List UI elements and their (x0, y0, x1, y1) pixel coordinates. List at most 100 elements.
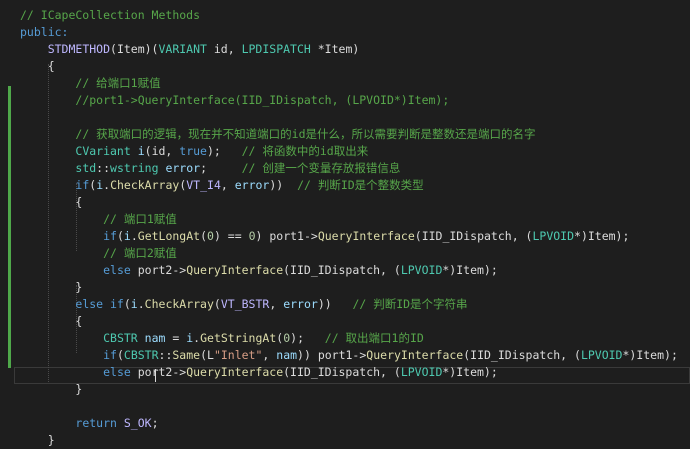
code-token: (IID_IDispatch, ( (283, 365, 401, 379)
code-line: { (20, 313, 82, 330)
code-token: else (103, 263, 131, 277)
code-token: *)Item); (574, 229, 630, 243)
code-line: if(i.GetLongAt(0) == 0) port1->QueryInte… (20, 228, 629, 245)
code-token: else (103, 365, 131, 379)
code-token: GetStringAt (200, 331, 277, 345)
code-line: else if(i.CheckArray(VT_BSTR, error)) //… (20, 296, 467, 313)
code-line: CBSTR nam = i.GetStringAt(0); // 取出端口1的I… (20, 330, 424, 347)
code-editor[interactable]: // ICapeCollection Methods public: STDMET… (0, 0, 690, 447)
code-token: ; (151, 416, 159, 430)
code-token: std (75, 161, 97, 175)
code-token: nam (276, 348, 298, 362)
code-token: Same (172, 348, 201, 362)
text-caret (155, 369, 156, 382)
code-token: wstring (110, 161, 159, 175)
code-token: CheckArray (144, 297, 214, 311)
code-token: )) (317, 297, 353, 311)
code-line: { (20, 58, 55, 75)
code-token: )) (269, 178, 298, 192)
code-token: // 创建一个变量存放报错信息 (241, 161, 401, 175)
code-token: ) == (213, 229, 249, 243)
code-line: // 获取端口的逻辑，现在并不知道端口的id是什么，所以需要判断是整数还是端口的… (20, 126, 536, 143)
code-token: *)Item); (622, 348, 678, 362)
code-line: } (20, 381, 82, 398)
code-token: 0 (248, 229, 256, 243)
code-token: *Item) (310, 42, 360, 56)
code-token: //port1->QueryInterface(IID_IDispatch, (… (75, 93, 450, 107)
code-token: LPVOID (532, 229, 575, 243)
code-token: error (283, 297, 318, 311)
code-token: , (262, 348, 277, 362)
code-token: public: (20, 25, 69, 39)
code-line: // 端口1赋值 (20, 211, 177, 228)
code-token: LPVOID (400, 263, 443, 277)
code-token: ; (200, 161, 242, 175)
code-token: VARIANT (158, 42, 207, 56)
code-token: i (137, 144, 145, 158)
code-token: QueryInterface (317, 229, 415, 243)
code-token: // 取出端口1的ID (324, 331, 424, 345)
code-token: i (130, 297, 138, 311)
code-line: } (20, 432, 55, 449)
code-token: (id, (144, 144, 180, 158)
code-line: else port2->QueryInterface(IID_IDispatch… (20, 262, 498, 279)
code-token: VT_BSTR (220, 297, 270, 311)
code-token: if (103, 348, 117, 362)
code-token: . (130, 229, 138, 243)
code-token: if (103, 229, 117, 243)
code-token: // 端口1赋值 (103, 212, 177, 226)
code-token: )) port1-> (297, 348, 367, 362)
code-line: } (20, 279, 82, 296)
code-token: i (123, 229, 131, 243)
code-token: (Item)( (110, 42, 159, 56)
code-line: STDMETHOD(Item)(VARIANT id, LPDISPATCH *… (20, 41, 360, 58)
code-token: // 端口2赋值 (103, 246, 177, 260)
code-token: // 将函数中的id取出来 (241, 144, 369, 158)
code-token: (IID_IDispatch, ( (463, 348, 581, 362)
editor-gutter (0, 0, 14, 406)
code-token: // 获取端口的逻辑，现在并不知道端口的id是什么，所以需要判断是整数还是端口的… (75, 127, 536, 141)
code-token: , (220, 178, 235, 192)
code-token: error (165, 161, 201, 175)
code-token: { (20, 59, 55, 73)
code-line: if(i.CheckArray(VT_I4, error)) // 判断ID是个… (20, 177, 423, 194)
code-token: (L (200, 348, 214, 362)
code-token: // ICapeCollection Methods (20, 8, 201, 22)
code-token: :: (96, 161, 111, 175)
code-line: { (20, 194, 82, 211)
code-line: std::wstring error; // 创建一个变量存放报错信息 (20, 160, 400, 177)
code-token: // 给端口1赋值 (75, 76, 161, 90)
code-token: QueryInterface (366, 348, 464, 362)
code-token: { (20, 195, 83, 209)
code-token: error (234, 178, 270, 192)
code-token: { (20, 314, 83, 328)
code-token: if (75, 178, 90, 192)
code-token: else if (75, 297, 124, 311)
code-token: } (20, 382, 83, 396)
code-token: (IID_IDispatch, ( (414, 229, 533, 243)
code-token: = (165, 331, 187, 345)
code-token: CBSTR (103, 331, 138, 345)
code-line: // 给端口1赋值 (20, 75, 161, 92)
code-token: LPVOID (580, 348, 623, 362)
code-line: // ICapeCollection Methods (20, 7, 200, 24)
code-token: nam (144, 331, 166, 345)
code-token: ); (290, 331, 325, 345)
code-token: QueryInterface (186, 365, 284, 379)
code-token: :: (158, 348, 173, 362)
